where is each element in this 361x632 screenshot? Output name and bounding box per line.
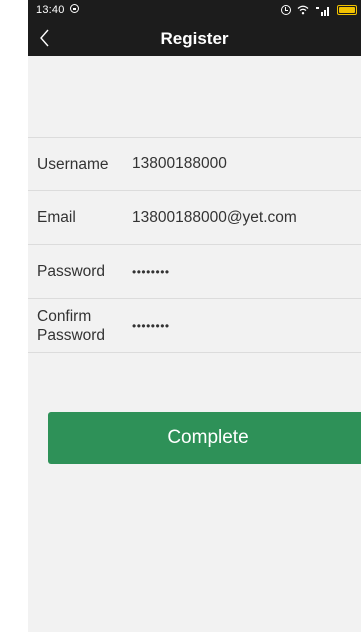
email-label: Email	[37, 209, 76, 226]
status-icons	[281, 3, 357, 17]
signal-icon	[316, 6, 329, 16]
alarm-icon	[281, 5, 291, 15]
nav-bar: Register	[28, 20, 361, 56]
status-time: 13:40	[36, 4, 65, 16]
username-field[interactable]: 13800188000	[132, 138, 227, 190]
email-field[interactable]: 13800188000@yet.com	[132, 191, 297, 244]
confirm-password-label: Confirm Password	[37, 307, 106, 344]
wifi-icon	[297, 5, 309, 15]
password-label: Password	[37, 263, 106, 280]
page-title: Register	[160, 29, 229, 48]
left-margin	[0, 0, 28, 632]
email-row[interactable]: Email 13800188000@yet.com	[28, 191, 361, 245]
username-row[interactable]: Username 13800188000	[28, 137, 361, 191]
complete-button[interactable]: Complete	[48, 412, 361, 464]
status-bar: 13:40	[28, 0, 361, 20]
confirm-password-field[interactable]: ••••••••	[132, 299, 170, 352]
app-notification-icon	[70, 4, 79, 13]
battery-level	[339, 7, 355, 13]
confirm-password-row[interactable]: Confirm Password ••••••••	[28, 299, 361, 353]
battery-icon	[337, 5, 357, 15]
password-row[interactable]: Password ••••••••	[28, 245, 361, 299]
password-field[interactable]: ••••••••	[132, 245, 170, 298]
register-screen: 13:40 Register Username 13800188000 Emai…	[28, 0, 361, 632]
register-form: Username 13800188000 Email 13800188000@y…	[28, 137, 361, 353]
username-label: Username	[37, 155, 109, 173]
